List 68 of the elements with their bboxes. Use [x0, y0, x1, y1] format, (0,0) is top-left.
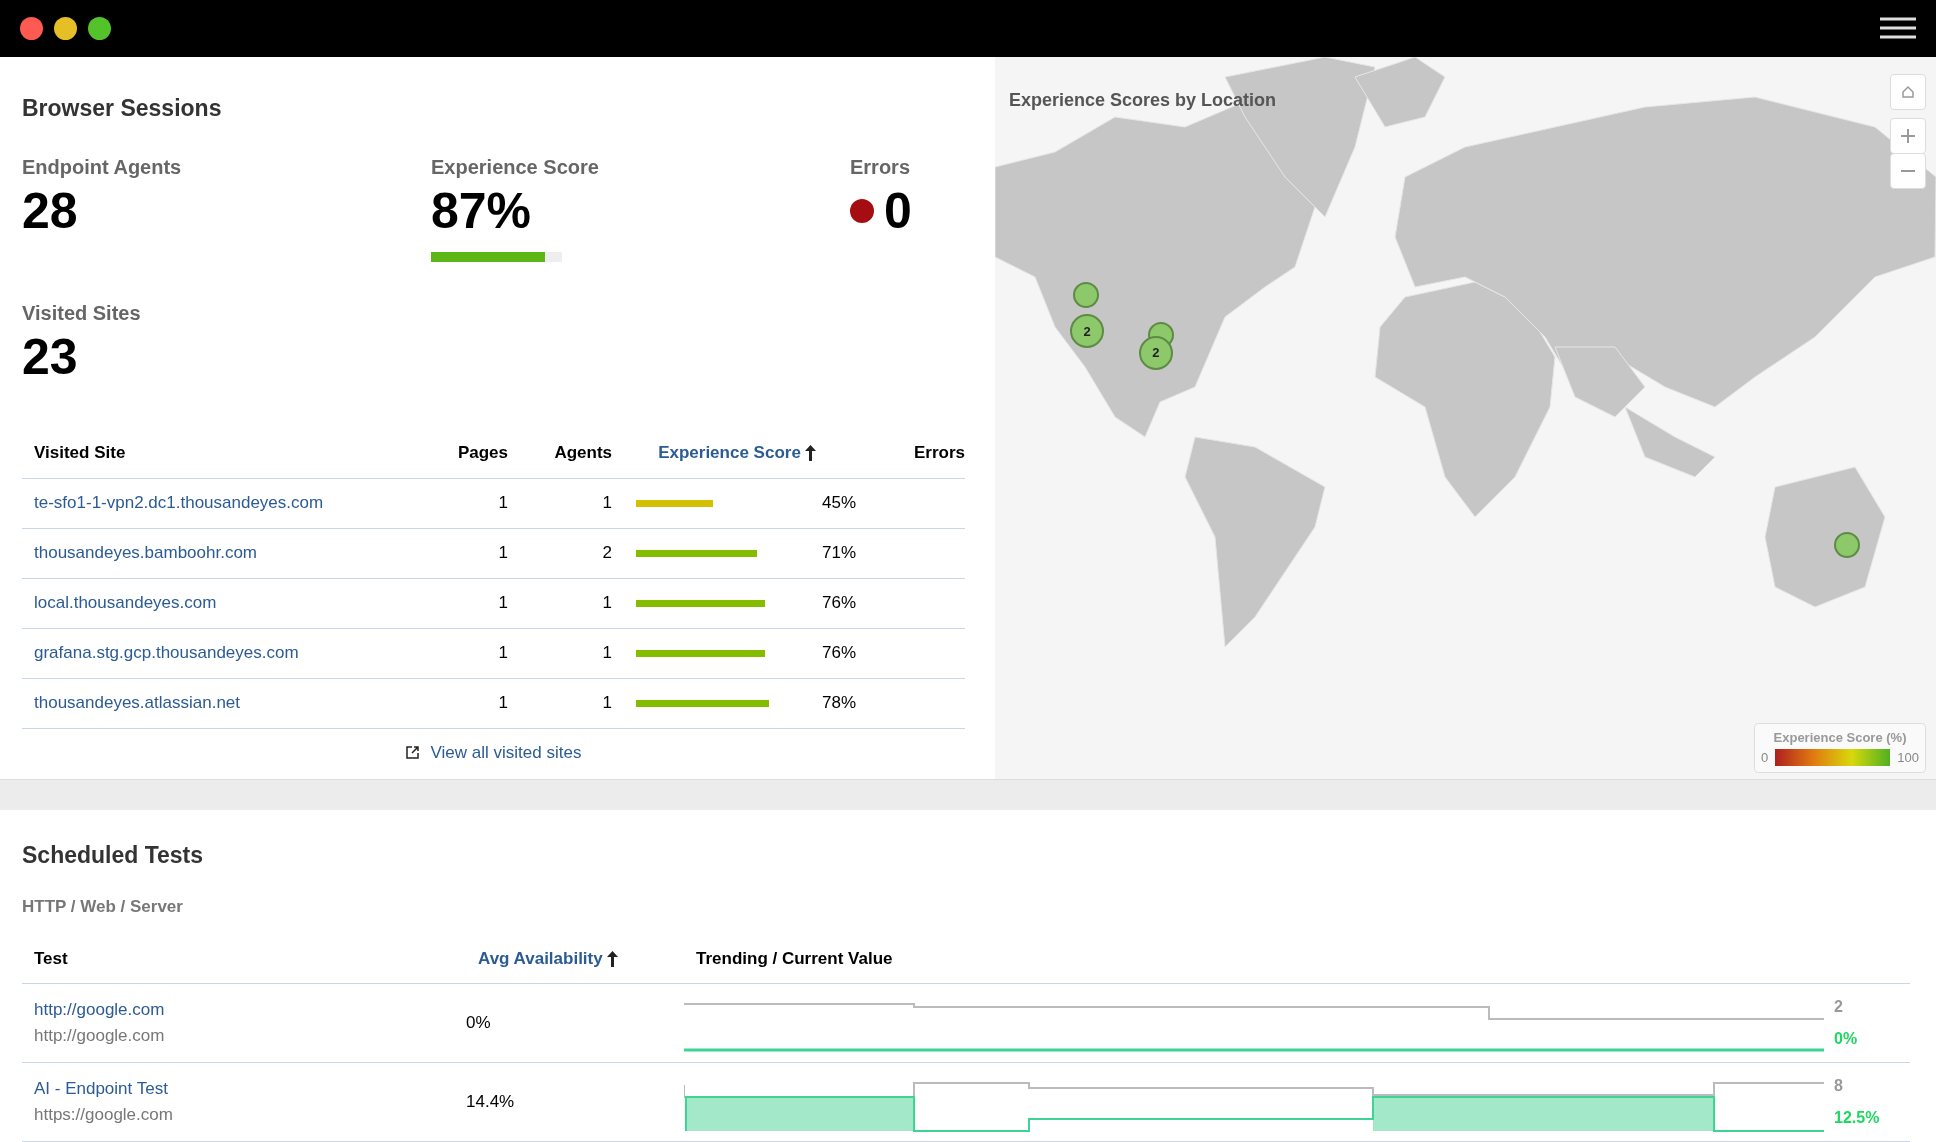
pages-cell-text: 1 — [497, 693, 508, 714]
zoom-in-button[interactable] — [1890, 117, 1926, 154]
stat-label: Errors — [850, 155, 912, 179]
sort-arrow-icon — [804, 444, 816, 461]
stat-value: 28 — [22, 181, 78, 241]
agents-cell-text: 1 — [601, 493, 612, 514]
map-title: Experience Scores by Location — [1009, 89, 1277, 111]
stat-value: 0 — [884, 181, 912, 241]
score-cell-text: 45% — [821, 493, 857, 514]
category-label: HTTP / Web / Server — [22, 897, 184, 917]
availability-cell-text: 14.4% — [466, 1092, 516, 1112]
column-header: Pages — [456, 442, 508, 463]
legend-min: 0 — [1761, 750, 1769, 766]
pages-cell-text: 1 — [497, 643, 508, 664]
column-header: Errors — [912, 442, 965, 463]
test-url: http://google.com — [34, 1026, 166, 1046]
minimize-window-button[interactable] — [54, 16, 77, 40]
score-cell-text: 71% — [821, 543, 857, 564]
column-header: Visited Site — [33, 442, 127, 463]
site-link[interactable]: te-sfo1-1-vpn2.dc1.thousandeyes.com — [22, 493, 402, 514]
site-link[interactable]: thousandeyes.bamboohr.com — [22, 543, 402, 564]
column-header: Trending / Current Value — [695, 949, 894, 969]
external-link-icon — [405, 746, 419, 760]
stat-label: Experience Score — [431, 155, 600, 179]
legend-title: Experience Score (%) — [1773, 730, 1907, 746]
home-button[interactable] — [1890, 73, 1926, 110]
column-header: Test — [33, 949, 69, 969]
agent-count: 2 — [1834, 998, 1844, 1016]
home-icon — [1901, 84, 1915, 99]
pages-cell-text: 1 — [497, 493, 508, 514]
site-link[interactable]: local.thousandeyes.com — [22, 593, 402, 614]
agent-count: 8 — [1834, 1077, 1844, 1095]
pages-cell-text: 1 — [497, 593, 508, 614]
stat-value: 23 — [22, 327, 78, 387]
world-map[interactable]: Experience Scores by Location 2 2 Experience Score (%) 0 100 — [995, 56, 1936, 780]
site-link[interactable]: thousandeyes.atlassian.net — [22, 693, 402, 714]
maximize-window-button[interactable] — [88, 16, 111, 40]
score-cell-text: 76% — [821, 643, 857, 664]
availability-cell-text: 0% — [466, 1013, 492, 1033]
minus-icon — [1900, 168, 1916, 173]
column-header[interactable]: Avg Availability — [466, 949, 684, 969]
stat-value: 87% — [431, 181, 532, 241]
stat-label: Visited Sites — [22, 301, 142, 325]
agents-cell-text: 1 — [601, 693, 612, 714]
menu-icon[interactable] — [1880, 17, 1916, 40]
test-link[interactable]: AI - Endpoint Test — [34, 1079, 466, 1099]
site-link[interactable]: grafana.stg.gcp.thousandeyes.com — [22, 643, 402, 664]
section-title: Scheduled Tests — [22, 842, 205, 869]
section-title: Browser Sessions — [22, 94, 223, 122]
column-header[interactable]: Experience Score — [612, 442, 862, 463]
plus-icon — [1900, 127, 1916, 144]
current-value: 12.5% — [1834, 1109, 1880, 1127]
zoom-out-button[interactable] — [1890, 152, 1926, 189]
test-url: https://google.com — [34, 1105, 174, 1125]
sort-arrow-icon — [606, 951, 618, 967]
test-link[interactable]: http://google.com — [34, 1000, 466, 1020]
score-cell-text: 78% — [821, 693, 857, 714]
agents-cell-text: 1 — [601, 643, 612, 664]
agents-cell-text: 2 — [601, 543, 612, 564]
current-value: 0% — [1834, 1030, 1858, 1048]
legend-max: 100 — [1897, 750, 1919, 766]
score-cell-text: 76% — [821, 593, 857, 614]
column-header: Agents — [553, 442, 612, 463]
close-window-button[interactable] — [20, 16, 43, 40]
agents-cell-text: 1 — [601, 593, 612, 614]
pages-cell-text: 1 — [497, 543, 508, 564]
view-all-link[interactable]: View all visited sites — [430, 742, 582, 763]
stat-label: Endpoint Agents — [22, 155, 183, 179]
